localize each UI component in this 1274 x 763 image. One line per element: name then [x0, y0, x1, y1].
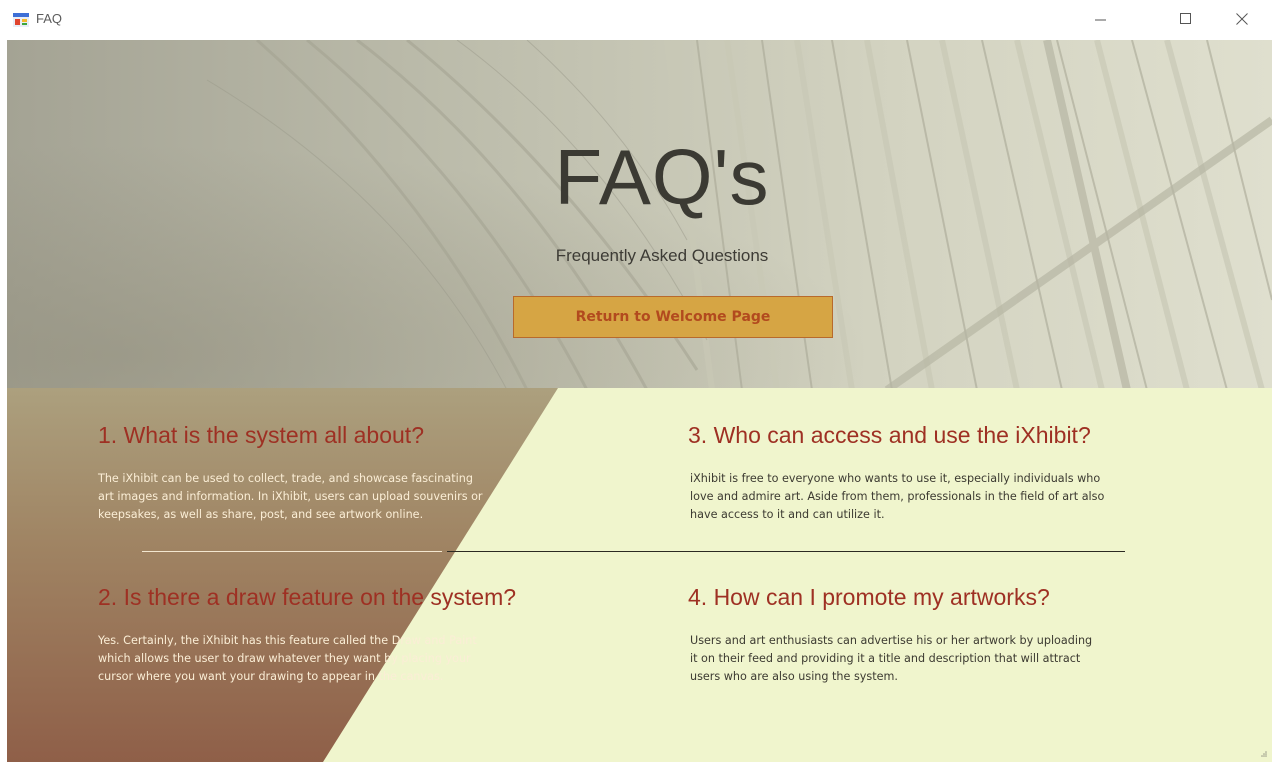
faq-answer-1: The iXhibit can be used to collect, trad… — [98, 472, 483, 521]
faq-answer-2: Yes. Certainly, the iXhibit has this fea… — [98, 634, 477, 683]
maximize-icon — [1180, 13, 1191, 24]
app-form-icon — [13, 13, 29, 27]
minimize-button[interactable] — [1078, 0, 1124, 38]
return-to-welcome-button[interactable]: Return to Welcome Page — [513, 296, 833, 338]
close-button[interactable] — [1219, 0, 1265, 38]
faq-answer-3: iXhibit is free to everyone who wants to… — [690, 472, 1105, 521]
section-divider — [142, 551, 442, 552]
maximize-button[interactable] — [1163, 0, 1209, 38]
faq-answer-4: Users and art enthusiasts can advertise … — [690, 634, 1093, 683]
close-icon — [1236, 13, 1248, 25]
resize-grip-icon[interactable] — [1260, 750, 1268, 758]
section-divider — [447, 551, 1125, 552]
faq-form: FAQ's Frequently Asked Questions Return … — [7, 40, 1272, 762]
faq-question-2: 2. Is there a draw feature on the system… — [98, 584, 517, 610]
window-title: FAQ — [36, 11, 63, 26]
window-titlebar: FAQ — [0, 0, 1274, 40]
faq-question-4: 4. How can I promote my artworks? — [688, 584, 1050, 610]
minimize-icon — [1095, 19, 1106, 21]
faq-question-1: 1. What is the system all about? — [98, 422, 424, 448]
page-title: FAQ's — [554, 133, 770, 221]
page-subtitle: Frequently Asked Questions — [555, 246, 769, 265]
faq-question-3: 3. Who can access and use the iXhibit? — [688, 422, 1091, 448]
